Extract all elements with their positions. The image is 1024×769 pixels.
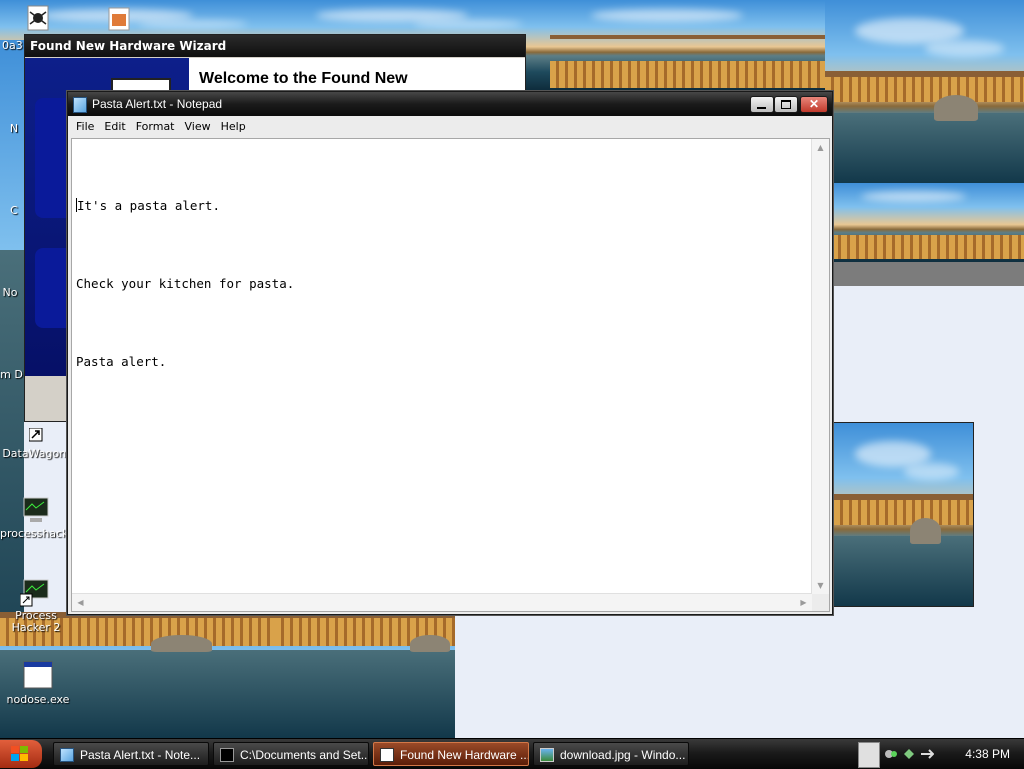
image-preview-window: [833, 422, 974, 607]
scroll-right-icon[interactable]: ▶: [796, 595, 811, 610]
wallpaper-tile: [832, 183, 1024, 263]
scroll-left-icon[interactable]: ◀: [73, 595, 88, 610]
taskbar-item-notepad[interactable]: Pasta Alert.txt - Note...: [53, 742, 209, 766]
package-icon: [102, 4, 134, 36]
exe-window-icon: [22, 660, 54, 692]
taskbar-item-wizard[interactable]: Found New Hardware ...: [373, 742, 529, 766]
update-icon[interactable]: [902, 747, 916, 761]
menu-format[interactable]: Format: [131, 120, 180, 133]
network-icon[interactable]: [884, 747, 898, 761]
text-editor-area[interactable]: It's a pasta alert. Check your kitchen f…: [71, 138, 830, 612]
taskbar-item-cmd[interactable]: C:\Documents and Set...: [213, 742, 369, 766]
menu-edit[interactable]: Edit: [99, 120, 130, 133]
wallpaper-tile: [275, 612, 455, 738]
text-line: Pasta alert.: [76, 354, 167, 369]
menu-bar: File Edit Format View Help: [68, 116, 832, 137]
wallpaper-tile: [550, 0, 825, 90]
vertical-scrollbar[interactable]: ▲ ▼: [811, 139, 829, 594]
taskbar-item-image-viewer[interactable]: download.jpg - Windo...: [533, 742, 689, 766]
maximize-icon: [781, 100, 791, 109]
text-line: Check your kitchen for pasta.: [76, 276, 295, 291]
window-fragment: [832, 262, 1024, 286]
wizard-heading: Welcome to the Found New: [199, 70, 408, 87]
notepad-icon: [60, 748, 74, 762]
desktop-icon-nodose[interactable]: nodose.exe: [2, 660, 74, 706]
menu-file[interactable]: File: [71, 120, 99, 133]
menu-help[interactable]: Help: [216, 120, 251, 133]
desktop-icon-processhacker[interactable]: processhack.: [0, 494, 72, 540]
image-viewer-icon: [540, 748, 554, 762]
minimize-icon: [757, 107, 766, 109]
notepad-icon: [73, 97, 87, 113]
wallpaper-tile: [825, 0, 1024, 183]
scroll-down-icon[interactable]: ▼: [813, 578, 828, 593]
safely-remove-icon[interactable]: [920, 747, 935, 761]
minimize-button[interactable]: [750, 96, 774, 113]
notepad-title: Pasta Alert.txt - Notepad: [92, 97, 223, 111]
scroll-up-icon[interactable]: ▲: [813, 140, 828, 155]
desktop-icon-package[interactable]: [82, 4, 154, 38]
text-line: It's a pasta alert.: [76, 198, 220, 213]
windows-logo-icon: [11, 746, 29, 762]
clock[interactable]: 4:38 PM: [965, 739, 1010, 769]
process-hacker-shortcut-icon: [19, 576, 52, 608]
resize-grip-icon[interactable]: [812, 594, 829, 611]
notepad-titlebar[interactable]: Pasta Alert.txt - Notepad ✕: [68, 92, 832, 116]
horizontal-scrollbar[interactable]: ◀ ▶: [72, 593, 812, 611]
close-icon: ✕: [809, 97, 820, 111]
wizard-title[interactable]: Found New Hardware Wizard: [25, 35, 525, 57]
desktop-icon-process-hacker-2[interactable]: Process Hacker 2: [0, 576, 72, 634]
desktop-icon-0a3[interactable]: 0a3: [2, 4, 74, 52]
notepad-window[interactable]: Pasta Alert.txt - Notepad ✕ File Edit Fo…: [67, 91, 833, 615]
close-button[interactable]: ✕: [800, 96, 828, 113]
start-button[interactable]: [0, 740, 42, 768]
spider-icon: [22, 4, 54, 36]
wizard-icon: [380, 748, 394, 762]
cmd-icon: [220, 748, 234, 762]
menu-view[interactable]: View: [180, 120, 216, 133]
desktop-icon-datawagon[interactable]: DataWagon.: [0, 427, 72, 460]
system-tray: 4:38 PM: [874, 739, 1024, 769]
maximize-button[interactable]: [774, 96, 798, 113]
document-text[interactable]: It's a pasta alert. Check your kitchen f…: [74, 141, 811, 593]
taskbar: Pasta Alert.txt - Note... C:\Documents a…: [0, 738, 1024, 769]
process-hacker-icon: [20, 494, 52, 526]
